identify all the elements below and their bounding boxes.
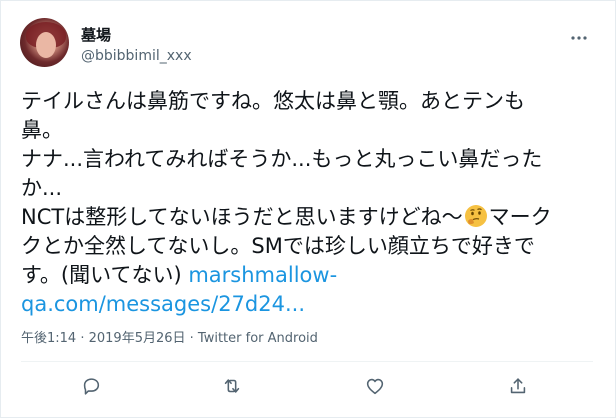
avatar-face bbox=[36, 32, 56, 58]
meta-separator: · bbox=[185, 331, 198, 346]
like-icon[interactable] bbox=[364, 375, 386, 397]
tweet-line-with-link: す。(聞いてない) marshmallow- bbox=[21, 261, 589, 290]
tweet-line-part: NCTは整形してないほうだと思いますけどね〜 bbox=[21, 205, 463, 229]
tweet-line-with-emoji: NCTは整形してないほうだと思いますけどね〜 マーク bbox=[21, 203, 589, 232]
avatar[interactable] bbox=[20, 18, 69, 67]
tweet-line: テイルさんは鼻筋ですね。悠太は鼻と顎。あとテンも bbox=[21, 89, 525, 113]
tweet-link-continued[interactable]: qa.com/messages/27d24... bbox=[21, 290, 589, 319]
tweet-line: クとか全然してないし。SMでは珍しい顔立ちで好きで bbox=[21, 234, 535, 258]
tweet-line: 鼻。 bbox=[21, 118, 63, 142]
retweet-icon[interactable] bbox=[221, 375, 243, 397]
tweet-source[interactable]: Twitter for Android bbox=[198, 331, 318, 346]
tweet-card: 墓場 @bbibbimil_xxx テイルさんは鼻筋ですね。悠太は鼻と顎。あとテ… bbox=[0, 0, 616, 418]
more-icon[interactable] bbox=[570, 29, 588, 47]
tweet-line-part: マーク bbox=[488, 205, 552, 229]
display-name[interactable]: 墓場 bbox=[81, 26, 111, 44]
tweet-time[interactable]: 午後1:14 bbox=[21, 331, 76, 346]
tweet-date[interactable]: 2019年5月26日 bbox=[89, 331, 186, 346]
tweet-link[interactable]: marshmallow- bbox=[188, 263, 337, 287]
tweet-line: ナナ...言われてみればそうか...もっと丸っこい鼻だった bbox=[21, 147, 543, 171]
divider bbox=[21, 361, 593, 362]
reply-icon[interactable] bbox=[80, 375, 102, 397]
tweet-text: テイルさんは鼻筋ですね。悠太は鼻と顎。あとテンも 鼻。 ナナ...言われてみれば… bbox=[21, 87, 589, 319]
tweet-line: か... bbox=[21, 176, 63, 200]
thinking-face-emoji-icon bbox=[464, 204, 488, 228]
share-icon[interactable] bbox=[507, 375, 529, 397]
user-handle[interactable]: @bbibbimil_xxx bbox=[81, 47, 192, 65]
tweet-line-part: す。(聞いてない) bbox=[21, 263, 189, 287]
meta-separator: · bbox=[76, 331, 89, 346]
tweet-meta: 午後1:14 · 2019年5月26日 · Twitter for Androi… bbox=[21, 331, 318, 347]
